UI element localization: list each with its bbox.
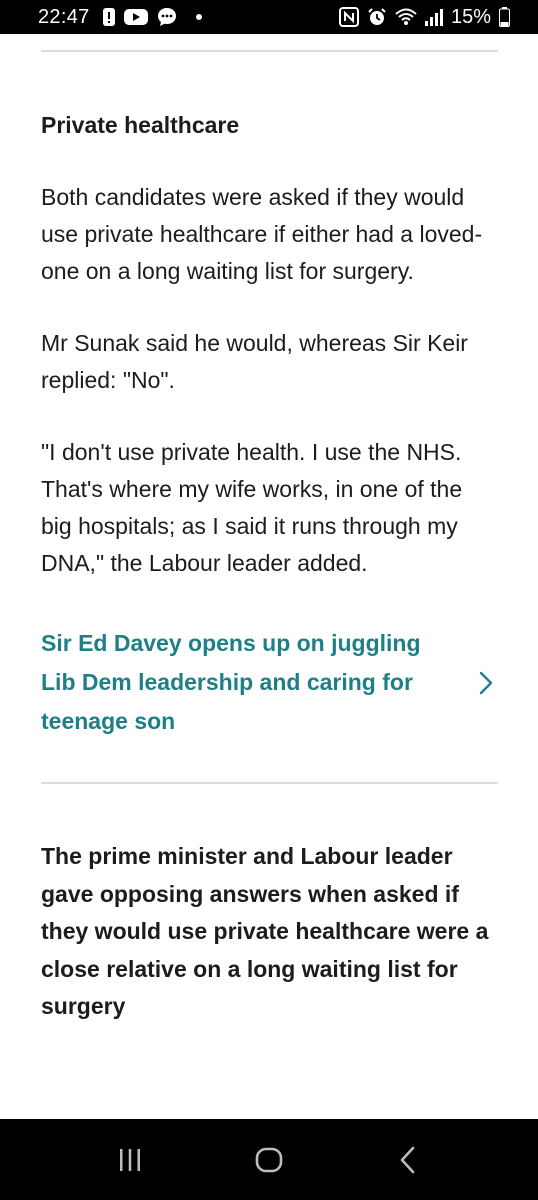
status-time: 22:47 — [38, 5, 90, 28]
related-article-title[interactable]: Sir Ed Davey opens up on juggling Lib De… — [41, 624, 451, 741]
youtube-icon — [123, 8, 148, 26]
nfc-icon — [338, 7, 359, 27]
divider — [41, 782, 498, 784]
chat-icon — [156, 6, 178, 28]
back-icon[interactable] — [378, 1130, 438, 1190]
signal-icon — [424, 8, 443, 26]
battery-icon — [499, 7, 510, 27]
alarm-icon — [367, 7, 387, 27]
notification-icon — [102, 7, 116, 27]
paragraph: "I don't use private health. I use the N… — [41, 439, 463, 576]
wifi-icon — [395, 8, 417, 26]
section-heading: Private healthcare — [41, 112, 240, 138]
recents-icon[interactable] — [100, 1130, 160, 1190]
image-caption: The prime minister and Labour leader gav… — [41, 843, 489, 1019]
battery-percent: 15% — [450, 5, 491, 28]
status-right: 15% — [338, 5, 510, 29]
paragraph: Both candidates were asked if they would… — [41, 184, 483, 284]
paragraph: Mr Sunak said he would, whereas Sir Keir… — [41, 330, 468, 393]
notification-dot — [195, 14, 202, 20]
related-article-link[interactable]: Sir Ed Davey opens up on juggling Lib De… — [41, 624, 498, 741]
status-bar: 22:47 15% — [0, 0, 538, 34]
divider — [41, 50, 498, 52]
status-left: 22:47 — [38, 6, 202, 29]
article-body: Private healthcare Both candidates were … — [41, 34, 498, 1026]
screen: 22:47 15% Private healthcare Both candid… — [0, 0, 538, 1200]
navigation-bar — [0, 1119, 538, 1200]
home-icon[interactable] — [239, 1130, 299, 1190]
chevron-right-icon[interactable] — [476, 670, 496, 696]
